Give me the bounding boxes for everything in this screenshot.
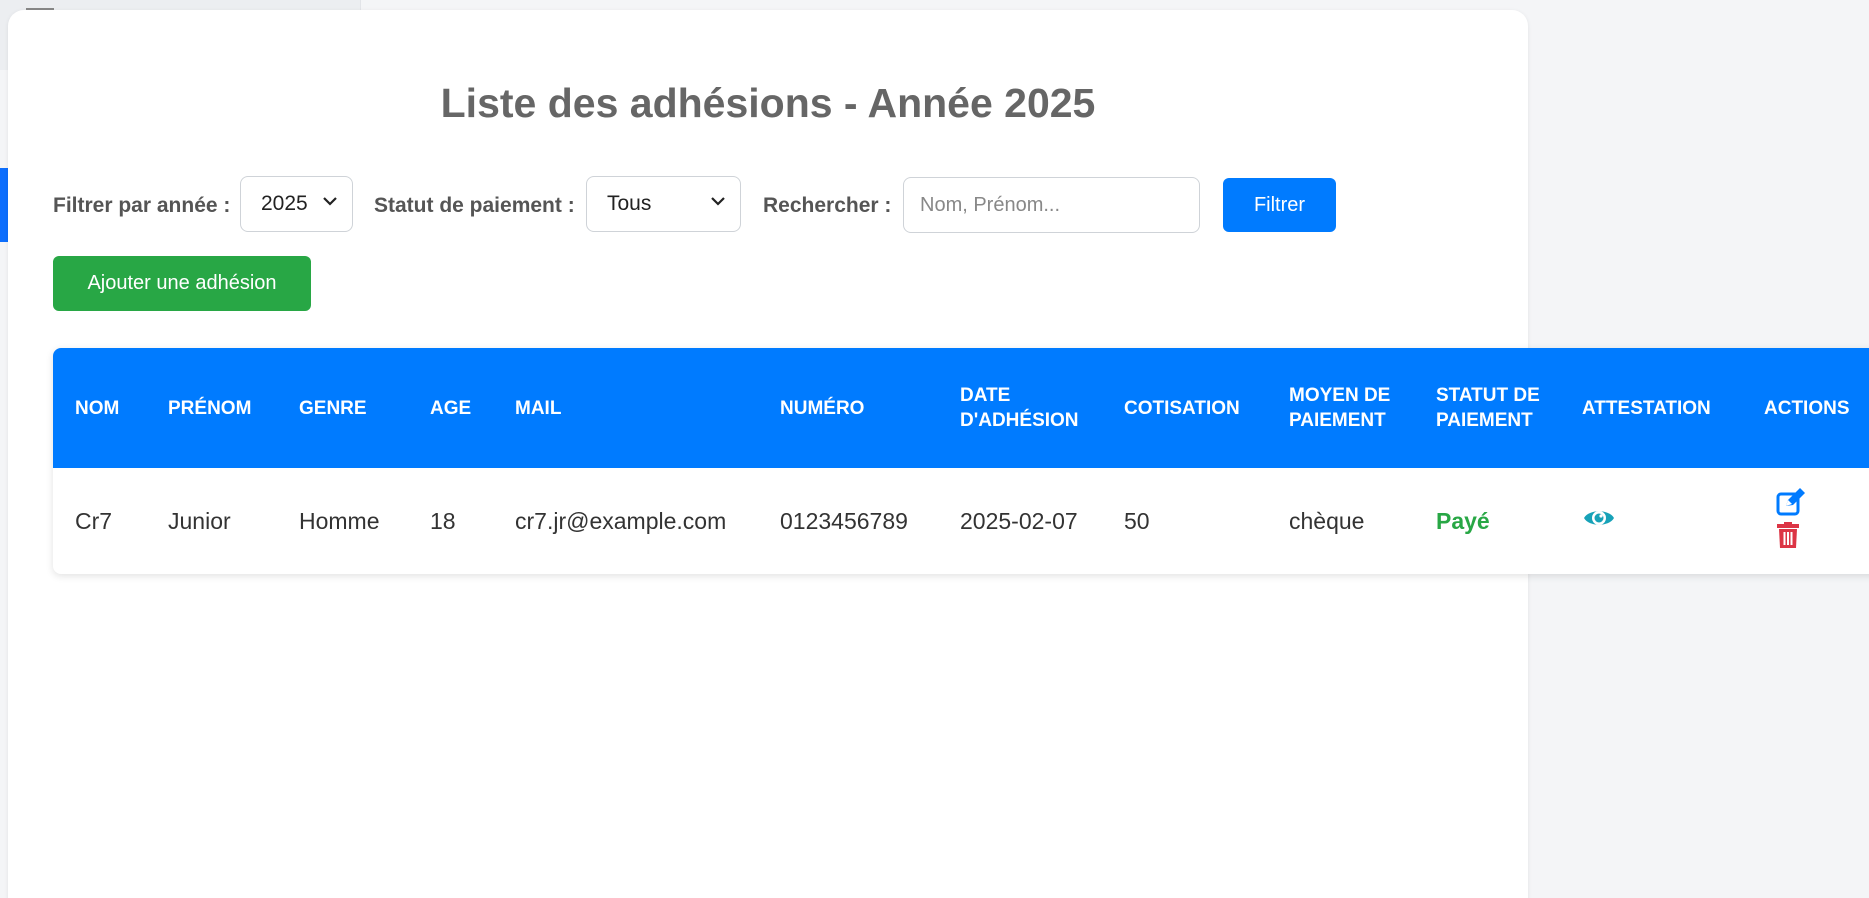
status-filter-label: Statut de paiement : bbox=[374, 194, 575, 217]
status-select-value: Tous bbox=[607, 192, 652, 215]
cell-prenom: Junior bbox=[168, 508, 231, 534]
page-title: Liste des adhésions - Année 2025 bbox=[440, 80, 1096, 126]
column-header-cotisation: Cotisation bbox=[1124, 397, 1240, 419]
year-filter-label: Filtrer par année : bbox=[53, 194, 231, 217]
cell-cotisation: 50 bbox=[1124, 508, 1150, 534]
cell-genre: Homme bbox=[299, 508, 380, 534]
main-card: Liste des adhésions - Année 2025 Filtrer… bbox=[8, 10, 1869, 898]
cell-date-adhesion: 2025-02-07 bbox=[960, 508, 1078, 534]
chevron-down-icon bbox=[711, 197, 725, 206]
edit-icon[interactable] bbox=[1776, 488, 1806, 522]
column-header-statut-paiement: Statut de paiement bbox=[1436, 385, 1540, 431]
filter-button[interactable]: Filtrer bbox=[1223, 178, 1336, 232]
column-header-nom: Nom bbox=[75, 397, 120, 419]
chevron-down-icon bbox=[323, 197, 337, 206]
table-row: Cr7 Junior Homme 18 cr7.jr@example.com 0… bbox=[53, 468, 1869, 574]
cell-nom: Cr7 bbox=[75, 508, 113, 534]
cell-attestation bbox=[1560, 468, 1742, 574]
sidebar-active-indicator bbox=[0, 168, 8, 242]
column-header-prenom: Prénom bbox=[168, 397, 252, 419]
column-header-date-adhesion: Date d'adhésion bbox=[960, 385, 1079, 431]
memberships-table: Nom Prénom Genre Age Mail Numéro Date d'… bbox=[53, 348, 1869, 574]
cell-statut-paiement: Payé bbox=[1436, 508, 1490, 534]
trash-icon[interactable] bbox=[1776, 522, 1800, 554]
cell-age: 18 bbox=[430, 508, 456, 534]
column-header-genre: Genre bbox=[299, 397, 367, 419]
column-header-numero: Numéro bbox=[780, 397, 865, 419]
cell-actions bbox=[1742, 468, 1869, 574]
cell-numero: 0123456789 bbox=[780, 508, 908, 534]
cell-moyen-paiement: chèque bbox=[1289, 508, 1365, 534]
add-membership-button[interactable]: Ajouter une adhésion bbox=[53, 256, 311, 311]
status-select[interactable]: Tous bbox=[586, 176, 741, 232]
table-header-row: Nom Prénom Genre Age Mail Numéro Date d'… bbox=[53, 348, 1869, 468]
search-label: Rechercher : bbox=[763, 194, 892, 217]
cell-mail: cr7.jr@example.com bbox=[515, 508, 727, 534]
column-header-moyen-paiement: Moyen de paiement bbox=[1289, 385, 1391, 431]
year-select[interactable]: 2025 bbox=[240, 176, 353, 232]
column-header-mail: Mail bbox=[515, 397, 562, 419]
column-header-actions: Actions bbox=[1764, 397, 1850, 419]
year-select-value: 2025 bbox=[261, 192, 308, 215]
column-header-attestation: Attestation bbox=[1582, 397, 1711, 419]
eye-icon[interactable] bbox=[1582, 505, 1616, 537]
search-input[interactable] bbox=[903, 177, 1200, 233]
column-header-age: Age bbox=[430, 397, 472, 419]
